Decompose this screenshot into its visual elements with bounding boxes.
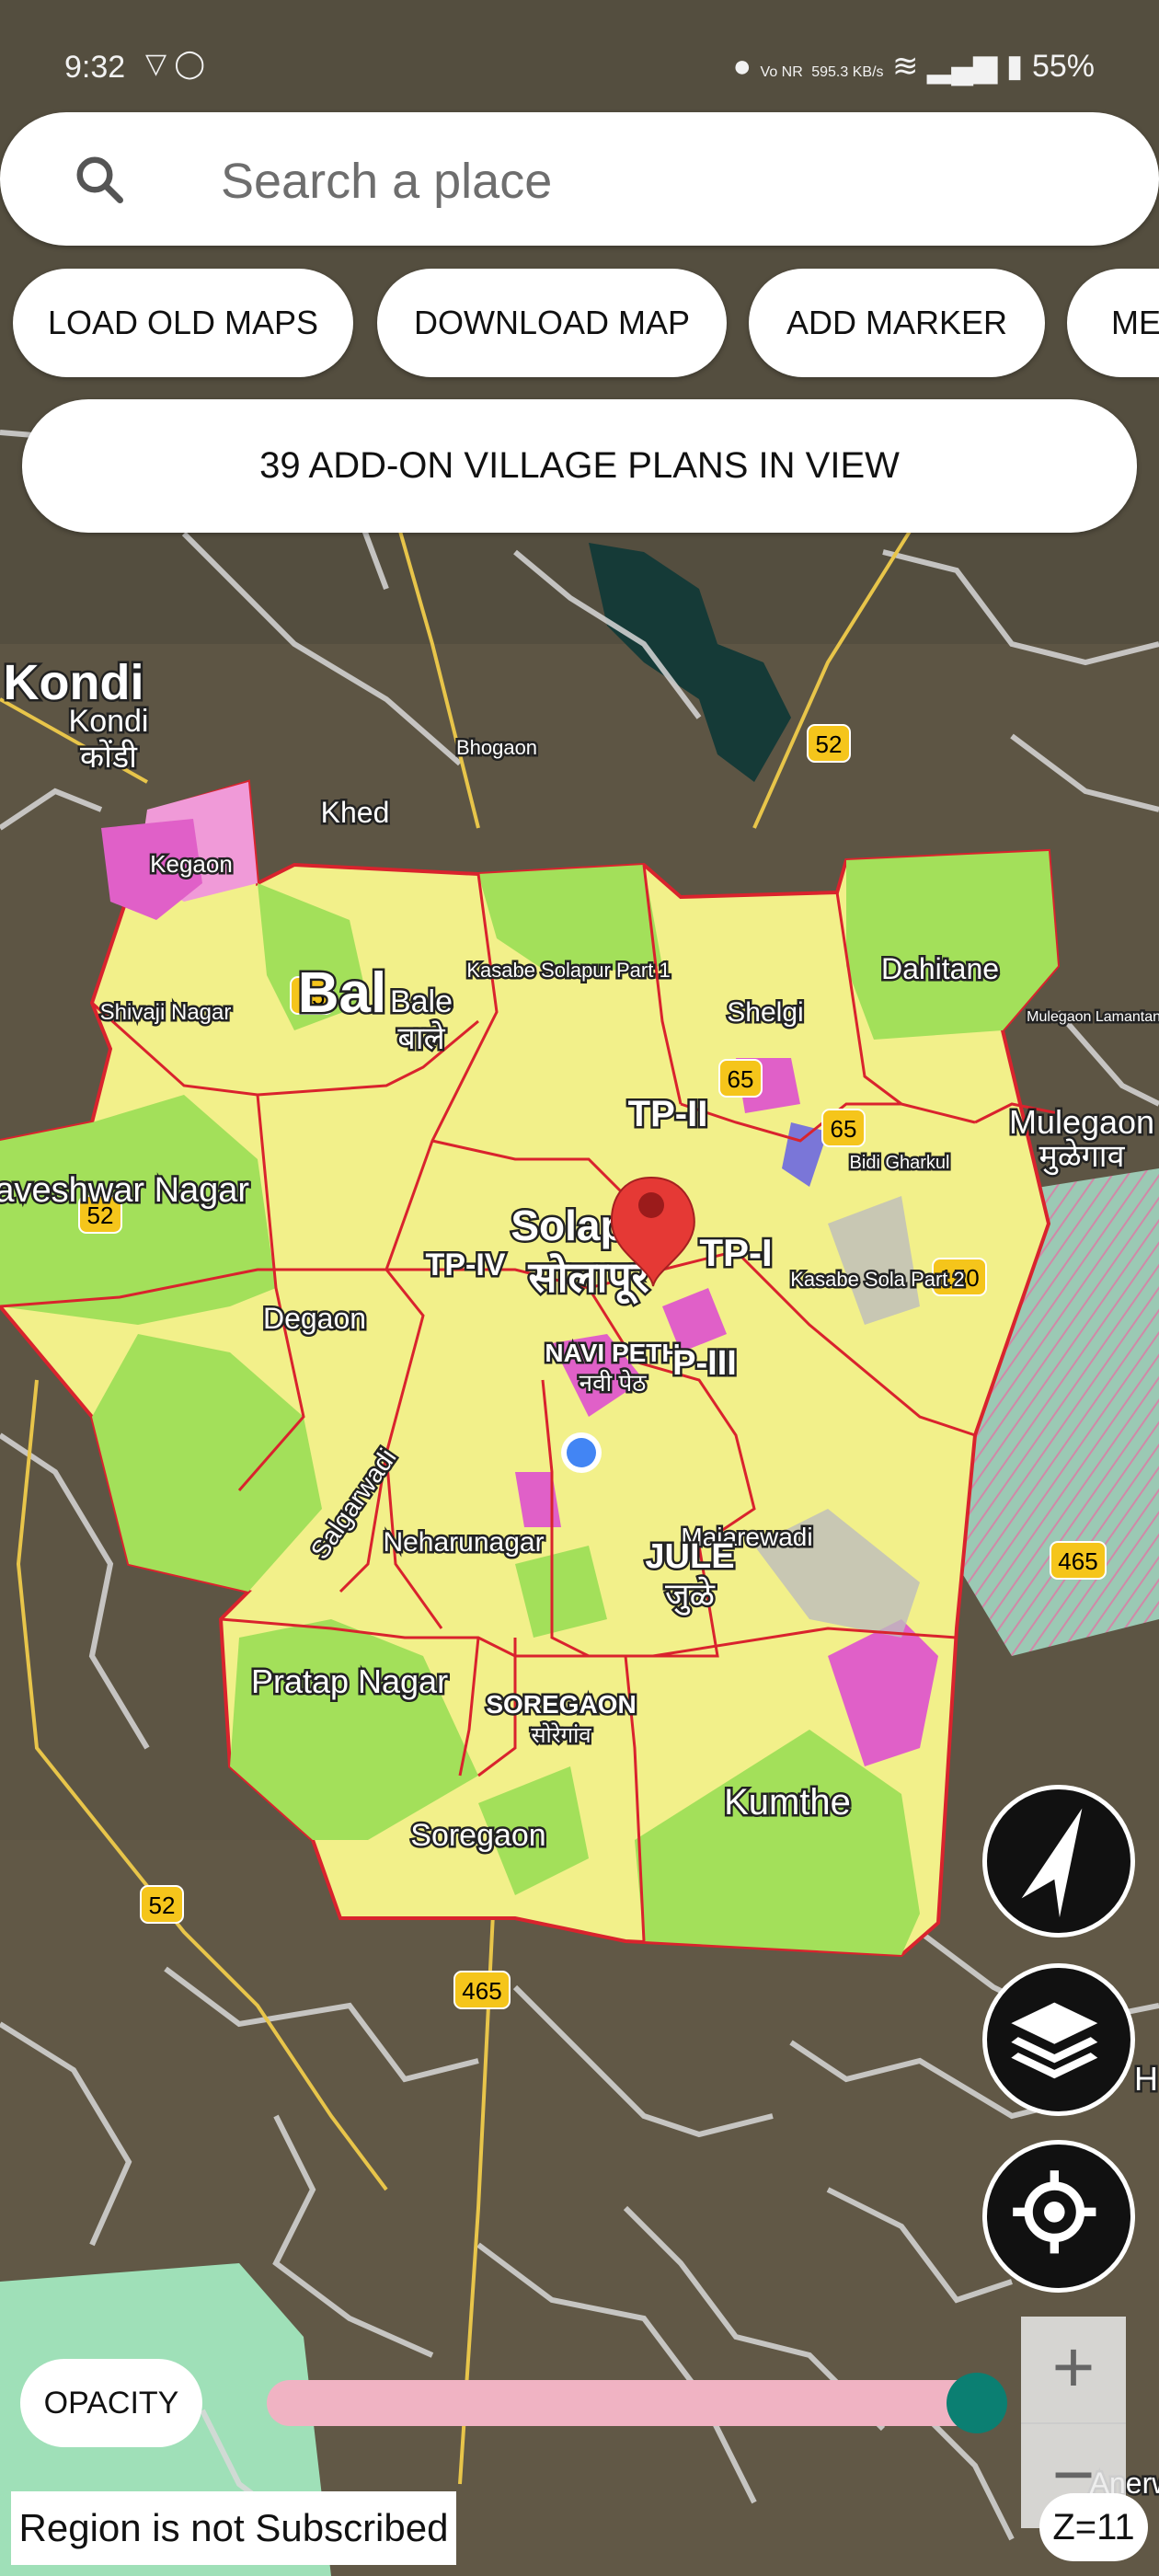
- label-shelgi: Shelgi: [727, 997, 803, 1028]
- label-jule: JULE: [645, 1537, 734, 1576]
- battery-icon: ▮: [1005, 49, 1024, 84]
- load-old-maps-button[interactable]: LOAD OLD MAPS: [13, 269, 353, 377]
- network-label: Vo NR: [760, 64, 803, 80]
- zoom-level-badge: Z=11: [1039, 2493, 1148, 2561]
- label-shivaji-nagar: Shivaji Nagar: [100, 1000, 232, 1025]
- label-solapur: Solap: [511, 1202, 625, 1249]
- location-status-icon: ●: [732, 49, 752, 84]
- network-speed: 595.3 KB/s: [811, 64, 884, 80]
- label-bale-marathi: बाले: [397, 1020, 445, 1056]
- label-kondi-small: Kondi: [69, 704, 149, 739]
- status-time: 9:32: [64, 50, 126, 85]
- wifi-icon: ≋: [891, 49, 919, 84]
- label-mulegaon-marathi: मुळेगाव: [1039, 1138, 1125, 1176]
- village-plans-banner[interactable]: 39 ADD-ON VILLAGE PLANS IN VIEW: [22, 399, 1137, 533]
- label-kumthe: Kumthe: [724, 1782, 851, 1823]
- signal-icon: ▂▄▆: [926, 49, 998, 84]
- status-right: ● Vo NR 595.3 KB/s ≋ ▂▄▆ ▮ 55%: [733, 48, 1095, 85]
- compass-button[interactable]: [982, 1785, 1135, 1938]
- label-tp1: TP-I: [699, 1231, 772, 1274]
- label-pratap-nagar: Pratap Nagar: [251, 1662, 448, 1700]
- label-bale-large: Bal: [298, 961, 386, 1025]
- download-map-button[interactable]: DOWNLOAD MAP: [377, 269, 727, 377]
- label-mulegaon-lamantanda: Mulegaon Lamantanda: [1027, 1009, 1159, 1025]
- notification-icons: ▽ ◯: [145, 49, 205, 79]
- label-khed: Khed: [321, 796, 390, 829]
- satellite-map[interactable]: 52 65 65 65 52 150 465 52 465 Kondi Kond…: [0, 0, 1159, 2576]
- shield-label: 465: [1058, 1547, 1097, 1575]
- my-location-button[interactable]: [982, 2140, 1135, 2293]
- label-soregaon-caps: SOREGAON: [486, 1690, 636, 1719]
- search-bar[interactable]: Search a place: [0, 112, 1159, 246]
- label-kasabe-part1: Kasabe Solapur Part 1: [466, 959, 670, 982]
- label-soregaon: Soregaon: [410, 1818, 545, 1853]
- label-neharunagar: Neharunagar: [383, 1527, 544, 1558]
- shield-label: 65: [831, 1115, 857, 1143]
- battery-percent: 55%: [1031, 49, 1095, 84]
- label-solapur-marathi: सोलापूर: [527, 1253, 650, 1305]
- label-kasabe-part2: Kasabe Sola Part 2: [790, 1268, 965, 1291]
- label-tp2: TP-II: [628, 1094, 708, 1134]
- shield-label: 52: [816, 730, 843, 758]
- layers-button[interactable]: [982, 1963, 1135, 2116]
- status-bar: 9:32 ▽ ◯ ● Vo NR 595.3 KB/s ≋ ▂▄▆ ▮ 55%: [0, 37, 1159, 101]
- label-tp3: P-III: [672, 1344, 737, 1383]
- region-notice: Region is not Subscribed: [11, 2491, 456, 2565]
- opacity-slider[interactable]: [267, 2373, 1008, 2433]
- label-kondi: Kondi: [4, 655, 144, 710]
- label-bale: Bale: [390, 984, 453, 1019]
- label-bhogaon: Bhogaon: [456, 736, 537, 759]
- layers-icon: [1011, 2002, 1098, 2079]
- opacity-slider-thumb[interactable]: [947, 2373, 1008, 2433]
- search-input[interactable]: Search a place: [221, 153, 552, 210]
- label-mulegaon: Mulegaon: [1009, 1103, 1154, 1141]
- opacity-slider-track[interactable]: [267, 2380, 999, 2426]
- label-basaveshwar: Basaveshwar Nagar: [0, 1171, 249, 1210]
- label-degaon: Degaon: [263, 1302, 366, 1335]
- add-marker-button[interactable]: ADD MARKER: [749, 269, 1045, 377]
- shield-label: 52: [149, 1892, 176, 1919]
- label-kondi-marathi: कोंडी: [80, 739, 138, 775]
- label-jule-marathi: जुळे: [665, 1576, 716, 1616]
- label-dahitane: Dahitane: [881, 952, 999, 985]
- shield-label: 65: [728, 1065, 754, 1093]
- label-navi-peth: NAVI PETH: [545, 1339, 680, 1367]
- search-icon: [76, 156, 123, 203]
- compass-arrow-icon: [1021, 1808, 1083, 1918]
- label-tp4: TP-IV: [426, 1248, 506, 1282]
- crosshair-icon: [1013, 2170, 1096, 2254]
- label-kegaon: Kegaon: [150, 850, 233, 878]
- zoom-in-button[interactable]: +: [1021, 2317, 1126, 2422]
- current-location-dot-icon: [561, 1432, 602, 1473]
- shield-label: 465: [462, 1977, 501, 2005]
- label-h-edge: H: [1134, 2060, 1158, 2098]
- label-bidi-gharkul: Bidi Gharkul: [850, 1153, 950, 1173]
- label-soregaon-marathi: सोरेगांव: [531, 1722, 591, 1748]
- opacity-label: OPACITY: [20, 2359, 202, 2447]
- label-navi-peth-marathi: नवी पेठ: [580, 1369, 648, 1397]
